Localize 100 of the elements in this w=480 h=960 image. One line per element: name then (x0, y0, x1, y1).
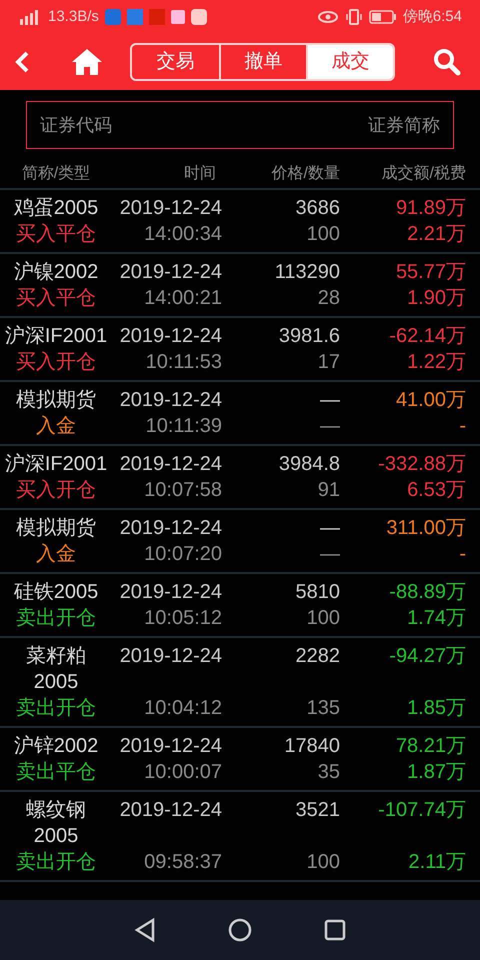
trade-time: 10:05:12 (144, 606, 222, 631)
home-icon (71, 47, 103, 77)
app-notification-icon (148, 9, 165, 25)
trade-amount: -107.74万 (378, 798, 466, 823)
trade-type: 卖出平仓 (16, 760, 96, 785)
tab[interactable]: 成交 (306, 45, 393, 79)
quantity: — (320, 414, 340, 439)
contract-name: 沪深IF2001 (4, 452, 108, 477)
trade-amount: -88.89万 (389, 580, 466, 605)
trade-type: 买入平仓 (16, 222, 96, 247)
quantity: — (320, 542, 340, 567)
battery-icon (368, 10, 397, 24)
quantity: 100 (306, 222, 340, 247)
trade-time: 10:11:53 (146, 350, 222, 375)
quantity: 135 (306, 696, 340, 721)
trade-date: 2019-12-24 (120, 644, 222, 669)
trade-amount: -62.14万 (389, 324, 466, 349)
trade-date: 2019-12-24 (120, 324, 222, 349)
search-field[interactable]: 证券代码 证券简称 (26, 101, 454, 149)
trade-date: 2019-12-24 (120, 196, 222, 221)
trade-type: 卖出开仓 (16, 850, 96, 875)
trade-type: 入金 (36, 414, 76, 439)
trade-type: 卖出开仓 (16, 606, 96, 631)
trade-type: 买入平仓 (16, 286, 96, 311)
network-speed: 13.3B/s (48, 6, 99, 27)
fee: 2.11万 (408, 850, 466, 875)
price: 3984.8 (278, 452, 340, 477)
tab[interactable]: 交易 (132, 45, 219, 79)
trade-time: 10:00:07 (144, 760, 222, 785)
home-nav-button[interactable] (227, 917, 253, 943)
column-header: 时间 (184, 164, 216, 184)
trade-amount: 41.00万 (396, 388, 466, 413)
price: 5810 (296, 580, 340, 605)
contract-name: 沪深IF2001 (4, 324, 108, 349)
quantity: 17 (318, 350, 340, 375)
app-notification-icon (126, 9, 143, 25)
trade-time: 14:00:34 (144, 222, 222, 247)
price: 113290 (274, 260, 340, 285)
trade-date: 2019-12-24 (120, 260, 222, 285)
square-icon (323, 918, 347, 942)
trade-type: 入金 (36, 542, 76, 567)
fee: - (459, 414, 466, 439)
price: 17840 (284, 734, 340, 759)
price: 3686 (296, 196, 340, 221)
recents-nav-button[interactable] (323, 918, 347, 942)
trade-time: 10:07:58 (144, 478, 222, 503)
app-notification-icon (190, 9, 207, 25)
circle-icon (227, 917, 253, 943)
trade-amount: 91.89万 (396, 196, 466, 221)
vibrate-icon (344, 8, 363, 26)
quantity: 100 (306, 606, 340, 631)
contract-name: 沪镍2002 (14, 260, 98, 285)
app-notification-icon (104, 9, 121, 25)
triangle-icon (133, 917, 157, 943)
fee: 1.74万 (407, 606, 466, 631)
fee: 6.53万 (407, 478, 466, 503)
trade-date: 2019-12-24 (120, 452, 222, 477)
contract-name: 模拟期货 (16, 516, 96, 541)
eye-icon (316, 10, 339, 24)
trade-date: 2019-12-24 (120, 734, 222, 759)
fee: 1.90万 (407, 286, 466, 311)
app-notification-icon (170, 10, 185, 24)
trade-time: 10:04:12 (144, 696, 222, 721)
trade-time: 09:58:37 (144, 850, 222, 875)
search-icon (433, 48, 461, 76)
trade-time: 14:00:21 (144, 286, 222, 311)
trade-time: 10:07:20 (144, 542, 222, 567)
fee: 2.21万 (407, 222, 466, 247)
trade-date: 2019-12-24 (120, 388, 222, 413)
trade-amount: -94.27万 (389, 644, 466, 669)
quantity: 35 (318, 760, 340, 785)
contract-name: 沪锌2002 (14, 734, 98, 759)
clock: 傍晚6:54 (402, 6, 462, 27)
trade-amount: 55.77万 (396, 260, 466, 285)
trade-date: 2019-12-24 (120, 516, 222, 541)
price: 2282 (296, 644, 340, 669)
column-header: 简称/类型 (22, 164, 90, 184)
fee: 1.22万 (407, 350, 466, 375)
contract-name: 硅铁2005 (14, 580, 98, 605)
trade-time: 10:11:39 (146, 414, 222, 439)
quantity: 91 (318, 478, 340, 503)
contract-name: 鸡蛋2005 (14, 196, 98, 221)
fee: 1.85万 (407, 696, 466, 721)
trade-amount: 78.21万 (396, 734, 466, 759)
trade-type: 卖出开仓 (16, 696, 96, 721)
price: — (320, 388, 340, 413)
contract-name: 菜籽粕 2005 (26, 644, 86, 695)
trade-amount: 311.00万 (386, 516, 466, 541)
back-nav-button[interactable] (133, 917, 157, 943)
fee: - (459, 542, 466, 567)
contract-name: 模拟期货 (16, 388, 96, 413)
column-header: 价格/数量 (272, 164, 340, 184)
price: 3521 (296, 798, 340, 823)
price: 3981.6 (278, 324, 340, 349)
trade-date: 2019-12-24 (120, 798, 222, 823)
trade-type: 买入开仓 (16, 350, 96, 375)
column-header: 成交额/税费 (382, 164, 466, 184)
quantity: 28 (318, 286, 340, 311)
price: — (320, 516, 340, 541)
trade-date: 2019-12-24 (120, 580, 222, 605)
